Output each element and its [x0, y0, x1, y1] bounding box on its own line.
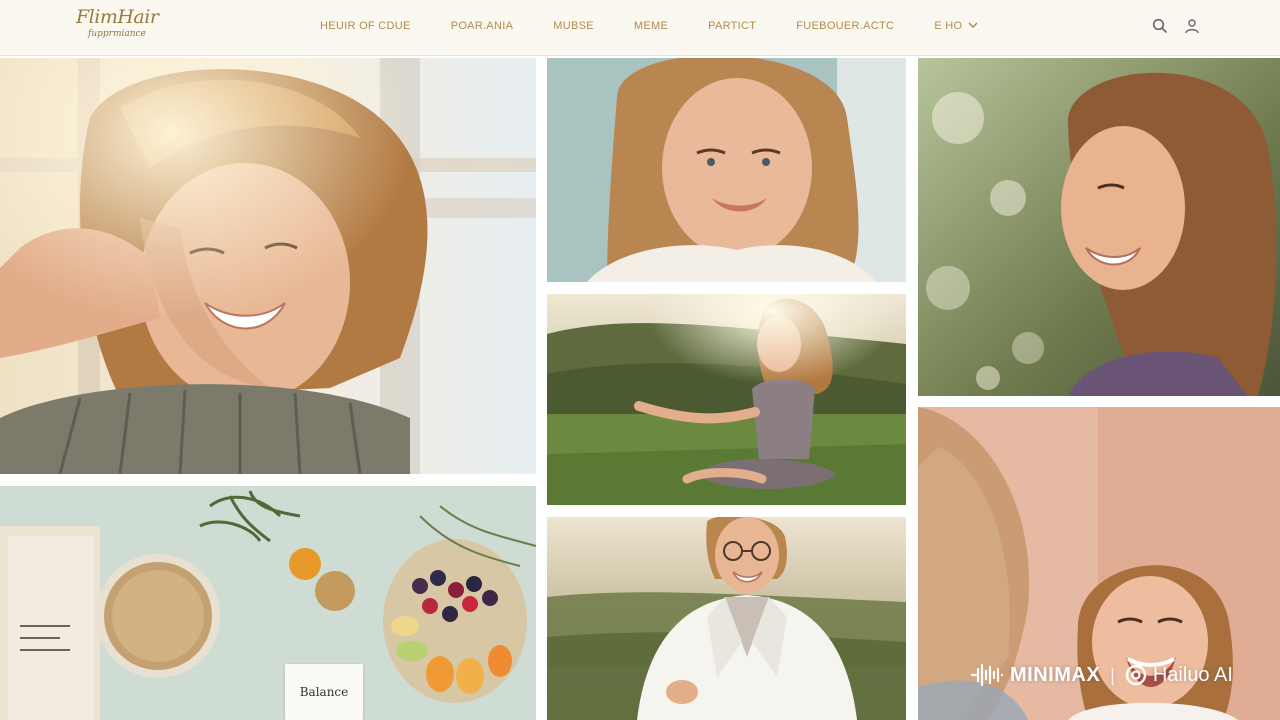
waveform-icon [970, 663, 1004, 687]
gallery-photo-flatlay-balance[interactable]: Balance [0, 486, 536, 720]
photo-bokeh-profile [918, 58, 1280, 396]
photo-portrait-smile [547, 58, 906, 282]
watermark-separator: | [1110, 664, 1115, 685]
hailuo-logo-icon [1125, 664, 1147, 686]
nav-item-5[interactable]: PARTICT [708, 20, 756, 32]
search-icon[interactable] [1150, 16, 1170, 36]
nav-item-4[interactable]: MEME [634, 20, 668, 32]
logo-wordmark: FlimHair [76, 6, 159, 28]
gallery-photo-portrait-smile[interactable] [547, 58, 906, 282]
gallery-photo-meditation-field[interactable] [547, 294, 906, 505]
site-logo[interactable]: FlimHair fupprmiance [76, 6, 159, 40]
gallery-photo-doctor-smile[interactable] [547, 517, 906, 720]
photo-wind-hair [0, 58, 536, 474]
user-icon[interactable] [1182, 16, 1202, 36]
nav-item-more-label: E HO [934, 20, 963, 32]
watermark-overlay: MINIMAX | Hailuo AI [970, 660, 1233, 690]
nav-item-6[interactable]: FUEBOUER.ACTC [796, 20, 894, 32]
photo-flatlay [0, 486, 536, 720]
photo-doctor [547, 517, 906, 720]
gallery-photo-wind-hair[interactable] [0, 58, 536, 474]
nav-item-more[interactable]: E HO [934, 20, 978, 32]
nav-item-3[interactable]: MUBSE [553, 20, 594, 32]
chevron-down-icon [968, 20, 978, 32]
photo-meditation-field [547, 294, 906, 505]
balance-book-card: Balance [285, 664, 363, 720]
nav-item-1[interactable]: HEUIR OF CDUE [320, 20, 411, 32]
main-nav: HEUIR OF CDUE POAR.ANIA MUBSE MEME PARTI… [320, 0, 978, 52]
watermark-brand-b: Hailuo AI [1152, 663, 1233, 686]
nav-item-2[interactable]: POAR.ANIA [451, 20, 514, 32]
balance-book-label: Balance [299, 685, 349, 699]
watermark-brand-a: MINIMAX [1010, 663, 1101, 686]
gallery-photo-bokeh-profile[interactable] [918, 58, 1280, 396]
logo-tagline: fupprmiance [88, 29, 146, 39]
top-navigation-bar: FlimHair fupprmiance HEUIR OF CDUE POAR.… [0, 0, 1280, 56]
header-actions [1150, 16, 1214, 36]
